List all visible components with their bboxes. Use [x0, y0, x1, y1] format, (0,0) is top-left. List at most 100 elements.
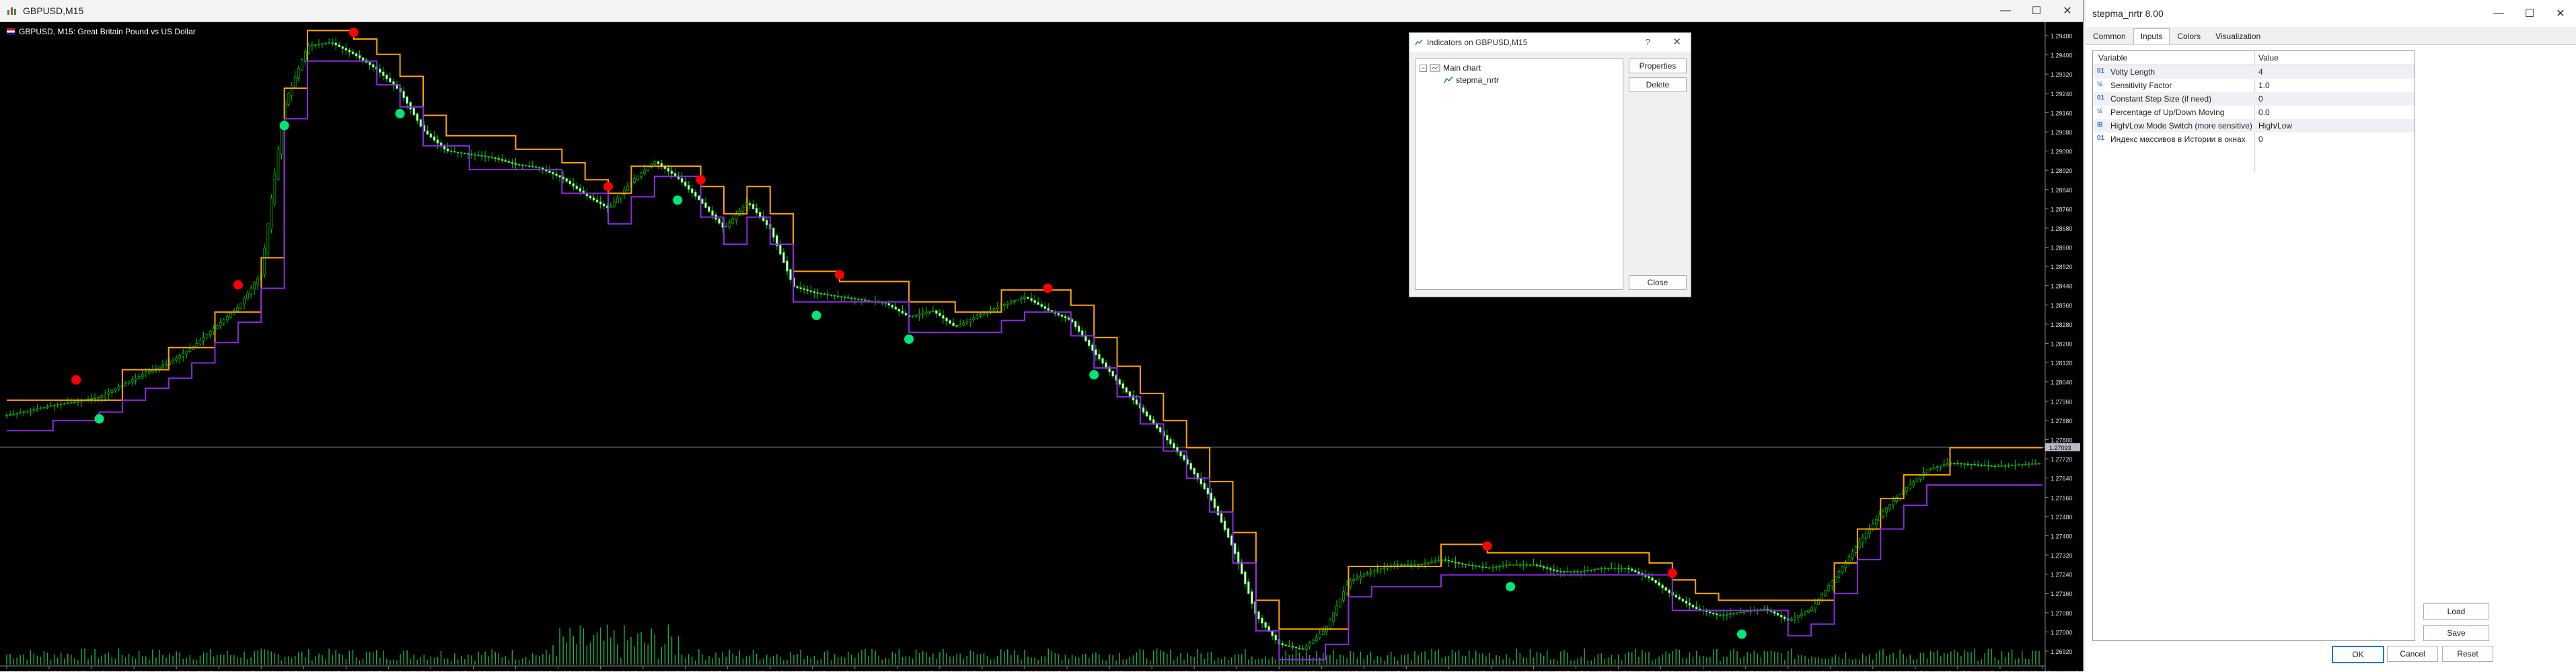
ok-button[interactable]: OK: [2332, 646, 2384, 663]
close-icon[interactable]: ✕: [1672, 36, 1681, 48]
table-row[interactable]: ½ Percentage of Up/Down Moving 0.0: [2093, 106, 2415, 119]
candle-body: [1552, 569, 1555, 571]
close-icon[interactable]: ✕: [2052, 0, 2083, 22]
row-value[interactable]: 4: [2258, 67, 2263, 77]
save-button[interactable]: Save: [2423, 625, 2489, 641]
candle-body: [1427, 562, 1430, 564]
row-variable: Percentage of Up/Down Moving: [2110, 108, 2225, 117]
candle-body: [708, 206, 710, 212]
candle-body: [1087, 340, 1091, 346]
candle-body: [796, 286, 799, 289]
table-row[interactable]: 01 Volty Length 4: [2093, 65, 2415, 79]
candle-body: [195, 342, 198, 348]
candle-body: [1461, 563, 1464, 565]
column-header-variable[interactable]: Variable: [2098, 53, 2127, 63]
indicators-tree[interactable]: − Main chart stepma_nrtr: [1415, 59, 1623, 290]
candle-body: [178, 355, 182, 359]
column-header-value[interactable]: Value: [2258, 53, 2279, 63]
minimize-icon[interactable]: —: [2483, 0, 2514, 27]
candle-body: [416, 113, 419, 121]
tab-colors[interactable]: Colors: [2170, 28, 2208, 46]
candle-body: [2038, 463, 2040, 464]
tab-common[interactable]: Common: [2086, 28, 2133, 46]
candle-body: [833, 295, 836, 297]
tree-collapse-icon[interactable]: −: [1420, 64, 1427, 72]
candle-body: [2003, 465, 2007, 467]
candle-body: [680, 178, 684, 183]
candle-body: [1837, 571, 1841, 578]
candle-body: [1851, 551, 1854, 558]
maximize-icon[interactable]: ☐: [2021, 0, 2052, 22]
reset-button[interactable]: Reset: [2442, 646, 2493, 662]
tree-item-main-chart[interactable]: − Main chart: [1420, 63, 1481, 73]
table-row[interactable]: ½ Sensitivity Factor 1.0: [2093, 79, 2415, 92]
tab-visualization[interactable]: Visualization: [2208, 28, 2268, 46]
maximize-icon[interactable]: ☐: [2514, 0, 2545, 27]
indicators-dialog[interactable]: Indicators on GBPUSD,M15 ? ✕ − Main char…: [1409, 32, 1691, 297]
properties-button[interactable]: Properties: [1629, 59, 1687, 73]
cancel-button[interactable]: Cancel: [2387, 646, 2438, 662]
candle-body: [552, 172, 554, 175]
candle-body: [1512, 564, 1515, 566]
candle-body: [782, 252, 785, 263]
candle-body: [209, 331, 212, 336]
table-row[interactable]: ⊞ High/Low Mode Switch (more sensitive) …: [2093, 119, 2415, 133]
row-value[interactable]: 0.0: [2258, 108, 2270, 117]
candle-body: [1960, 463, 1962, 465]
candle-body: [1939, 465, 1942, 468]
candle-body: [198, 340, 202, 344]
properties-dialog[interactable]: stepma_nrtr 8.00 — ☐ ✕ Common Inputs Col…: [2086, 0, 2576, 672]
candle-body: [1183, 455, 1185, 461]
candle-body: [1729, 613, 1732, 615]
price-chart[interactable]: 1.29480 1.29400 1.29320 1.29240 1.29160 1.290…: [0, 22, 2083, 671]
candle-body: [955, 325, 958, 327]
candle-body: [1148, 415, 1152, 421]
indicators-dialog-titlebar[interactable]: Indicators on GBPUSD,M15 ? ✕: [1409, 33, 1691, 52]
candle-body: [772, 227, 775, 238]
close-icon[interactable]: ✕: [2545, 0, 2576, 27]
candle-body: [945, 318, 948, 322]
candle-body: [426, 130, 429, 135]
table-row[interactable]: 01 Индекс массивов в Истории в окнах 0: [2093, 133, 2415, 146]
close-button[interactable]: Close: [1629, 275, 1687, 290]
candle-body: [653, 161, 657, 165]
candle-body: [453, 151, 456, 153]
candle-body: [1783, 616, 1786, 620]
candle-body: [816, 292, 819, 294]
candle-body: [287, 93, 290, 105]
candle-body: [640, 172, 642, 177]
candle-body: [456, 151, 459, 153]
candle-body: [371, 64, 375, 68]
tree-item-stepma-nrtr[interactable]: stepma_nrtr: [1444, 75, 1499, 85]
candle-body: [1329, 619, 1331, 629]
indicators-dialog-title: Indicators on GBPUSD,M15: [1427, 38, 1528, 47]
properties-dialog-titlebar[interactable]: stepma_nrtr 8.00 — ☐ ✕: [2086, 0, 2576, 27]
row-value[interactable]: High/Low: [2258, 121, 2292, 130]
row-value[interactable]: 1.0: [2258, 81, 2270, 90]
inputs-table[interactable]: Variable Value 01 Volty Length 4 ½ Sensi…: [2092, 50, 2415, 641]
row-value[interactable]: 0: [2258, 135, 2263, 144]
table-row[interactable]: 01 Constant Step Size (if need) 0: [2093, 92, 2415, 106]
candle-body: [1583, 570, 1586, 572]
candle-body: [1627, 568, 1630, 570]
price-tick-label: 1.28440: [2051, 283, 2073, 290]
load-button[interactable]: Load: [2423, 603, 2489, 620]
candle-body: [1993, 465, 1997, 468]
candle-body: [1899, 493, 1902, 498]
chart-window[interactable]: GBPUSD,M15 — ☐ ✕ GBPUSD, M15: Great Brit…: [0, 0, 2084, 671]
candle-body: [59, 404, 63, 406]
candle-body: [962, 322, 965, 326]
row-value[interactable]: 0: [2258, 94, 2263, 104]
price-tick-label: 1.28840: [2051, 187, 2073, 194]
buy-signal-dot: [811, 310, 821, 320]
chart-titlebar[interactable]: GBPUSD,M15 — ☐ ✕: [0, 0, 2083, 22]
help-icon[interactable]: ?: [1646, 37, 1650, 47]
candle-body: [501, 159, 504, 161]
candle-body: [1966, 463, 1969, 465]
delete-button[interactable]: Delete: [1629, 77, 1687, 92]
tab-inputs[interactable]: Inputs: [2133, 28, 2170, 45]
candle-body: [1712, 612, 1715, 615]
minimize-icon[interactable]: —: [1990, 0, 2021, 22]
candle-body: [1555, 570, 1559, 572]
candle-body: [1074, 321, 1077, 328]
